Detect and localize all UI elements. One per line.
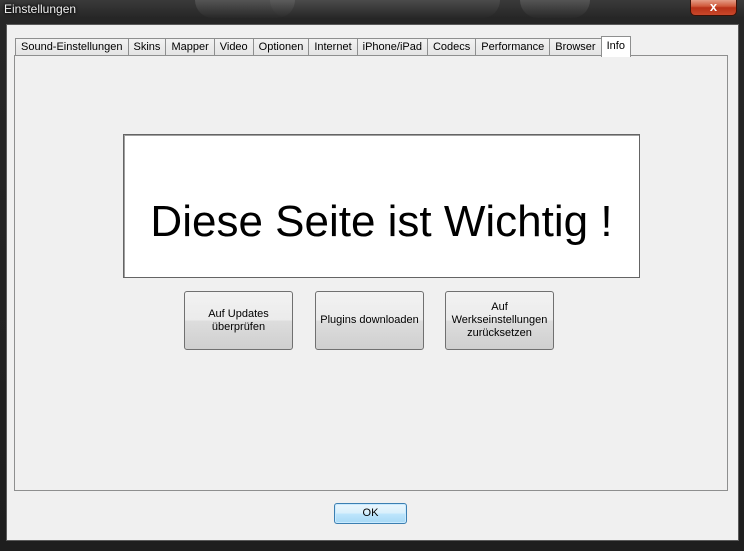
factory-reset-button[interactable]: Auf Werkseinstellungen zurücksetzen [445,291,554,350]
tab-skins[interactable]: Skins [127,38,167,56]
download-plugins-button[interactable]: Plugins downloaden [315,291,424,350]
tab-codecs[interactable]: Codecs [426,38,477,56]
banner-text: Diese Seite ist Wichtig ! [150,197,613,246]
tab-internet[interactable]: Internet [308,38,358,56]
title-bar-decoration [520,0,590,18]
download-plugins-label: Plugins downloaden [320,314,419,326]
tab-mapper[interactable]: Mapper [165,38,215,56]
tab-video[interactable]: Video [213,38,254,56]
close-icon: x [709,0,718,14]
info-tab-panel: Diese Seite ist Wichtig ! Auf Updates üb… [14,55,728,491]
factory-reset-label: Auf Werkseinstellungen zurücksetzen [451,301,548,339]
window-title: Einstellungen [4,2,77,16]
info-banner: Diese Seite ist Wichtig ! [123,134,640,278]
tab-browser[interactable]: Browser [549,38,602,56]
tab-sound-einstellungen[interactable]: Sound-Einstellungen [15,38,129,56]
tab-optionen[interactable]: Optionen [252,38,310,56]
check-updates-label: Auf Updates überprüfen [208,307,269,333]
close-button[interactable]: x [690,0,737,16]
ok-button[interactable]: OK [334,503,407,524]
tab-iphone-ipad[interactable]: iPhone/iPad [356,38,428,56]
settings-window: Einstellungen x Sound-Einstellungen Skin… [0,0,744,551]
tab-bar: Sound-Einstellungen Skins Mapper Video O… [15,36,631,57]
dialog-client-area: Sound-Einstellungen Skins Mapper Video O… [6,24,739,541]
tab-info[interactable]: Info [600,36,631,57]
check-updates-button[interactable]: Auf Updates überprüfen [184,291,293,350]
tab-performance[interactable]: Performance [475,38,551,56]
title-bar-decoration [270,0,500,18]
